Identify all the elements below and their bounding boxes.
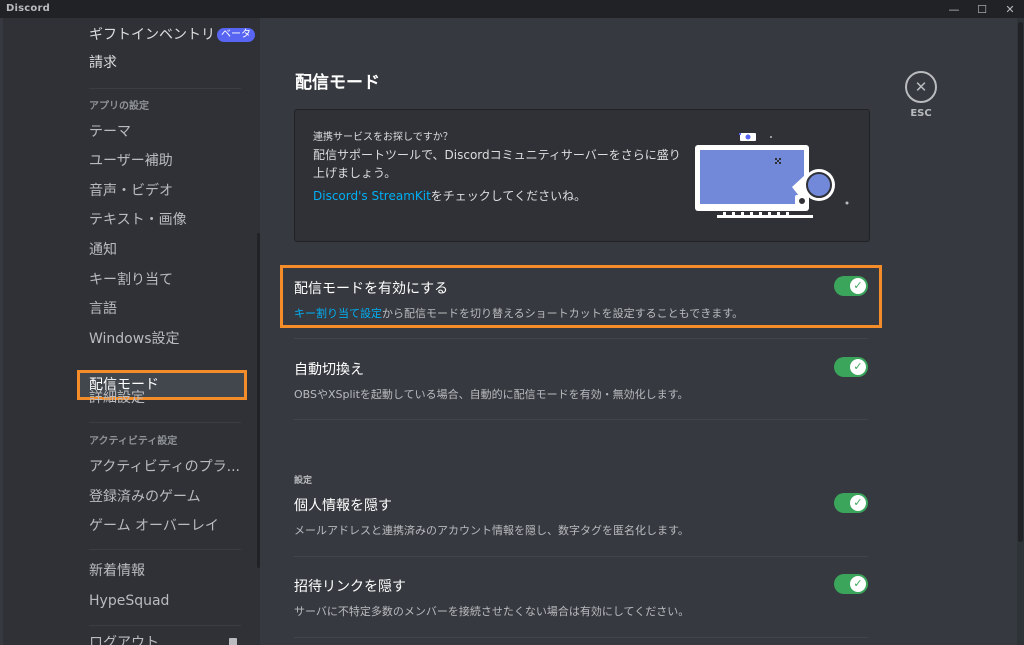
close-icon: ✕ (914, 78, 928, 96)
setting-divider (294, 637, 868, 638)
sidebar-item-label: ギフトインベントリ (89, 27, 215, 43)
setting-title: 配信モードを有効にする (294, 281, 449, 297)
check-icon: ✓ (850, 576, 866, 592)
streamkit-link[interactable]: Discord's StreamKit (313, 189, 431, 203)
section-label-options: 設定 (294, 476, 313, 486)
setting-description: キー割り当て設定から配信モードを切り替えるショートカットを設定することもできます… (294, 305, 743, 321)
maximize-button[interactable]: ☐ (968, 0, 996, 18)
sidebar-item-accessibility[interactable]: ユーザー補助 (89, 149, 173, 173)
beta-badge: ベータ (217, 28, 255, 42)
close-window-button[interactable]: ✕ (996, 0, 1024, 18)
settings-content: 配信モード ✕ ESC 連携サービスをお探しですか？ 配信サポートツールで、Di… (260, 18, 1017, 645)
content-scrollbar[interactable] (1017, 18, 1024, 645)
check-icon: ✓ (850, 495, 866, 511)
setting-description: サーバに不特定多数のメンバーを接続させたくない場合は有効にしてください。 (294, 605, 690, 618)
sidebar-item-advanced[interactable]: 詳細設定 (89, 386, 145, 410)
window-controls: — ☐ ✕ (940, 0, 1024, 18)
settings-sidebar: ギフトインベントリ ベータ 請求 アプリの設定 テーマ ユーザー補助 音声・ビデオ… (3, 18, 260, 645)
sidebar-item-hypesquad[interactable]: HypeSquad (89, 589, 169, 613)
logout-icon (229, 638, 237, 645)
hide-personal-info-toggle[interactable]: ✓ (834, 493, 868, 513)
app-title: Discord (6, 3, 50, 14)
sidebar-divider (89, 88, 241, 89)
minimize-button[interactable]: — (940, 0, 968, 18)
check-icon: ✓ (850, 278, 866, 294)
title-bar: Discord — ☐ ✕ (0, 0, 1024, 18)
setting-title: 自動切換え (294, 362, 364, 378)
sidebar-item-theme[interactable]: テーマ (89, 120, 131, 144)
promo-question: 連携サービスをお探しですか？ (313, 132, 453, 143)
sidebar-item-registered-games[interactable]: 登録済みのゲーム (89, 485, 201, 509)
sidebar-header-app-settings: アプリの設定 (89, 101, 149, 112)
setting-description-text: から配信モードを切り替えるショートカットを設定することもできます。 (382, 307, 744, 320)
sidebar-item-billing[interactable]: 請求 (89, 51, 117, 75)
sidebar-divider (89, 625, 241, 626)
hide-invite-links-toggle[interactable]: ✓ (834, 574, 868, 594)
setting-divider (294, 556, 868, 557)
sidebar-item-windows-settings[interactable]: Windows設定 (89, 327, 180, 351)
auto-toggle-toggle[interactable]: ✓ (834, 357, 868, 377)
esc-close-button[interactable]: ✕ ESC (903, 71, 939, 119)
esc-label: ESC (910, 108, 932, 119)
setting-divider (294, 419, 868, 420)
sidebar-item-language[interactable]: 言語 (89, 297, 117, 321)
check-icon: ✓ (850, 359, 866, 375)
sidebar-item-keybinds[interactable]: キー割り当て (89, 268, 173, 292)
sidebar-item-game-overlay[interactable]: ゲーム オーバーレイ (89, 514, 219, 538)
streamkit-promo-card: 連携サービスをお探しですか？ 配信サポートツールで、Discordコミュニティサ… (294, 109, 870, 242)
setting-description: メールアドレスと連携済みのアカウント情報を隠し、数字タグを匿名化します。 (294, 524, 689, 537)
promo-description: 配信サポートツールで、Discordコミュニティサーバーをさらに盛り上げましょう… (313, 148, 681, 180)
sidebar-item-voice-video[interactable]: 音声・ビデオ (89, 179, 173, 203)
keybind-settings-link[interactable]: キー割り当て設定 (294, 307, 382, 320)
scrollbar-thumb[interactable] (1018, 22, 1023, 542)
setting-description: OBSやXSplitを起動している場合、自動的に配信モードを有効・無効化します。 (294, 388, 689, 401)
monitor-illustration-icon (695, 133, 849, 218)
sidebar-item-text-images[interactable]: テキスト・画像 (89, 208, 187, 232)
sidebar-item-logout[interactable]: ログアウト (89, 631, 159, 645)
enable-streamer-mode-toggle[interactable]: ✓ (834, 276, 868, 296)
promo-link-line: Discord's StreamKitをチェックしてくださいね。 (313, 187, 586, 204)
setting-title: 個人情報を隠す (294, 498, 392, 514)
sidebar-item-gift-inventory[interactable]: ギフトインベントリ ベータ (89, 23, 255, 47)
setting-divider (294, 338, 868, 339)
setting-title: 招待リンクを隠す (294, 579, 406, 595)
sidebar-item-notifications[interactable]: 通知 (89, 238, 117, 262)
close-circle-icon: ✕ (905, 71, 937, 103)
sidebar-divider (89, 422, 241, 423)
sidebar-header-activity: アクティビティ設定 (89, 436, 178, 447)
page-title: 配信モード (295, 73, 380, 93)
sidebar-item-activity-privacy[interactable]: アクティビティのプラ... (89, 455, 240, 479)
sidebar-divider (89, 549, 241, 550)
promo-link-suffix: をチェックしてくださいね。 (430, 189, 587, 203)
sidebar-item-whats-new[interactable]: 新着情報 (89, 559, 145, 583)
